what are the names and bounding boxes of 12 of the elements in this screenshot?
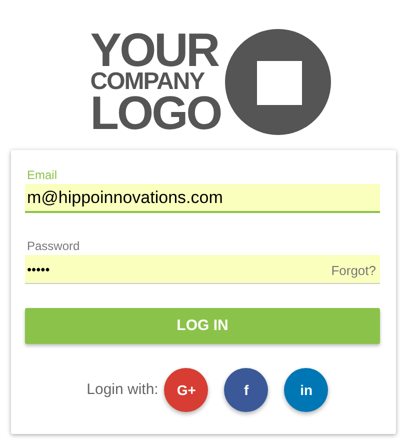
logo-text: COMPANY (90, 70, 206, 94)
email-field[interactable]: m@hippoinnovations.com (25, 184, 380, 213)
forgot-link[interactable]: Forgot? (331, 261, 376, 280)
social-login-button[interactable]: f (224, 368, 268, 412)
social-login-button[interactable]: in (284, 368, 328, 412)
logo-text: YOUR (90, 30, 220, 71)
social-login-button[interactable]: G+ (164, 368, 208, 412)
field-label: Password (27, 238, 81, 255)
logo-icon (224, 29, 331, 135)
field-label: Email (27, 167, 58, 184)
logo-text: LOGO (90, 93, 221, 134)
login-with-label: Login with: (86, 380, 158, 400)
